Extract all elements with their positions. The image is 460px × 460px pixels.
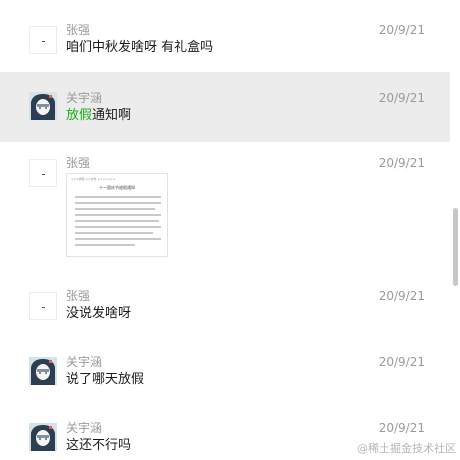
message-text[interactable]: 咱们中秋发啥呀 有礼盒吗: [66, 40, 213, 56]
image-attachment[interactable]: ×××学院 ××文件 ××××××× 十一国庆节放假通知: [66, 173, 168, 257]
scrollbar-thumb[interactable]: [453, 208, 458, 286]
document-line: [75, 220, 159, 222]
message-item[interactable]: 张强 20/9/21 ×××学院 ××文件 ××××××× 十一国庆节放假通知: [0, 142, 450, 272]
document-line: [75, 226, 161, 228]
document-line: [75, 202, 161, 204]
message-text[interactable]: 说了哪天放假: [66, 372, 144, 388]
document-line: [75, 208, 155, 210]
message-time: 20/9/21: [378, 289, 425, 303]
sender-name: 关宇涵: [66, 355, 103, 369]
message-item[interactable]: 关宇涵 20/9/21 说了哪天放假: [0, 342, 450, 408]
document-line: [75, 244, 135, 246]
message-text[interactable]: 没说发啥呀: [66, 306, 131, 322]
document-line: [75, 196, 161, 198]
message-item-selected[interactable]: 关宇涵 20/9/21 放假通知啊: [0, 72, 450, 142]
anime-avatar-icon[interactable]: [29, 357, 57, 385]
message-item[interactable]: 张强 20/9/21 没说发啥呀: [0, 272, 450, 342]
blank-avatar-icon[interactable]: [29, 292, 57, 320]
highlighted-text: 放假: [66, 108, 93, 123]
message-time: 20/9/21: [378, 91, 425, 105]
sender-name: 张强: [66, 156, 91, 170]
message-text-rest: 通知啊: [92, 108, 132, 123]
blank-avatar-icon[interactable]: [29, 26, 57, 54]
message-time: 20/9/21: [378, 156, 425, 170]
chat-window: 张强 20/9/21 咱们中秋发啥呀 有礼盒吗 关宇涵 20/9/21 放假通知…: [0, 0, 460, 460]
message-time: 20/9/21: [378, 355, 425, 369]
document-header: ×××学院 ××文件 ×××××××: [71, 177, 116, 181]
anime-avatar-icon[interactable]: [29, 92, 57, 120]
blank-avatar-icon[interactable]: [29, 159, 57, 187]
message-time: 20/9/21: [378, 23, 425, 37]
message-text[interactable]: 这还不行吗: [66, 438, 131, 454]
message-item[interactable]: 张强 20/9/21 咱们中秋发啥呀 有礼盒吗: [0, 0, 450, 72]
sender-name: 关宇涵: [66, 91, 103, 105]
watermark: @稀土掘金技术社区: [357, 442, 456, 455]
document-line: [75, 214, 161, 216]
document-title: 十一国庆节放假通知: [99, 185, 135, 190]
sender-name: 张强: [66, 23, 91, 37]
message-time: 20/9/21: [378, 421, 425, 435]
sender-name: 张强: [66, 289, 91, 303]
message-text[interactable]: 放假通知啊: [66, 108, 131, 124]
sender-name: 关宇涵: [66, 421, 103, 435]
document-line: [75, 232, 153, 234]
anime-avatar-icon[interactable]: [29, 423, 57, 451]
document-line: [75, 238, 161, 240]
